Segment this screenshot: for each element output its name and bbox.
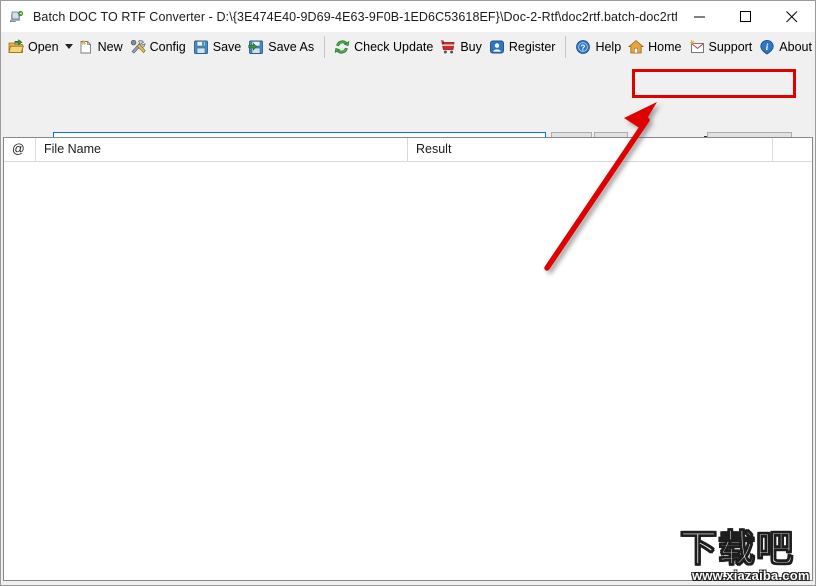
toolbar-separator-2 bbox=[565, 35, 567, 58]
file-list-body[interactable] bbox=[4, 162, 812, 580]
toolbar-button-config[interactable]: Config bbox=[127, 34, 190, 59]
toolbar-button-open[interactable]: Open bbox=[5, 34, 63, 59]
toolbar-button-save[interactable]: Save bbox=[190, 34, 246, 59]
toolbar-label-open: Open bbox=[28, 39, 59, 54]
column-header-result[interactable]: Result bbox=[407, 138, 772, 161]
new-document-icon bbox=[78, 39, 94, 55]
info-circle-icon: i bbox=[759, 39, 775, 55]
house-icon bbox=[628, 39, 645, 55]
floppy-disk-icon bbox=[193, 39, 209, 55]
toolbar-label-save: Save bbox=[212, 39, 242, 54]
toolbar-label-support: Support bbox=[708, 39, 753, 54]
toolbar-label-check-update: Check Update bbox=[354, 39, 434, 54]
window-title: Batch DOC TO RTF Converter - D:\{3E474E4… bbox=[33, 9, 677, 24]
toolbar-label-about: About bbox=[779, 39, 812, 54]
app-icon bbox=[9, 9, 25, 25]
toolbar-separator-1 bbox=[324, 35, 326, 58]
toolbar-label-register: Register bbox=[508, 39, 556, 54]
minimize-button[interactable] bbox=[677, 2, 723, 32]
toolbar-button-about[interactable]: i About bbox=[756, 34, 815, 59]
toolbar-label-buy: Buy bbox=[460, 39, 482, 54]
column-header-spare[interactable] bbox=[772, 138, 812, 161]
title-bar: Batch DOC TO RTF Converter - D:\{3E474E4… bbox=[1, 1, 815, 32]
tools-icon bbox=[130, 39, 146, 55]
file-list-view[interactable]: @ File Name Result bbox=[3, 137, 813, 581]
toolbar-label-help: Help bbox=[595, 39, 622, 54]
toolbar-label-new: New bbox=[97, 39, 123, 54]
toolbar-button-register[interactable]: Register bbox=[486, 34, 560, 59]
toolbar-label-home: Home bbox=[648, 39, 682, 54]
toolbar-button-support[interactable]: Support bbox=[686, 34, 757, 59]
shopping-cart-icon bbox=[440, 39, 456, 55]
floppy-disk-green-icon bbox=[248, 39, 264, 55]
toolbar: Open New Config Save Save As Check Updat… bbox=[1, 32, 815, 62]
toolbar-button-home[interactable]: Home bbox=[625, 34, 685, 59]
toolbar-button-help[interactable]: ? Help bbox=[572, 34, 625, 59]
open-folder-icon bbox=[8, 38, 24, 55]
toolbar-label-save-as: Save As bbox=[268, 39, 315, 54]
question-circle-icon: ? bbox=[575, 39, 591, 55]
chevron-down-icon[interactable] bbox=[64, 36, 73, 58]
key-blue-icon bbox=[489, 39, 505, 55]
refresh-green-icon bbox=[334, 39, 350, 55]
toolbar-button-save-as[interactable]: Save As bbox=[245, 34, 318, 59]
close-button[interactable] bbox=[769, 2, 815, 32]
toolbar-button-new[interactable]: New bbox=[75, 34, 127, 59]
toolbar-button-check-update[interactable]: Check Update bbox=[331, 34, 437, 59]
maximize-button[interactable] bbox=[723, 2, 769, 32]
path-panel: Source Target Folder Files Folder View S… bbox=[1, 61, 815, 185]
toolbar-label-config: Config bbox=[149, 39, 186, 54]
application-window: Batch DOC TO RTF Converter - D:\{3E474E4… bbox=[0, 0, 816, 586]
svg-text:?: ? bbox=[581, 43, 586, 52]
column-header-at[interactable]: @ bbox=[4, 138, 35, 161]
column-header-file-name[interactable]: File Name bbox=[35, 138, 407, 161]
toolbar-button-buy[interactable]: Buy bbox=[437, 34, 486, 59]
envelope-icon bbox=[689, 39, 705, 55]
file-list-header: @ File Name Result bbox=[4, 138, 812, 162]
